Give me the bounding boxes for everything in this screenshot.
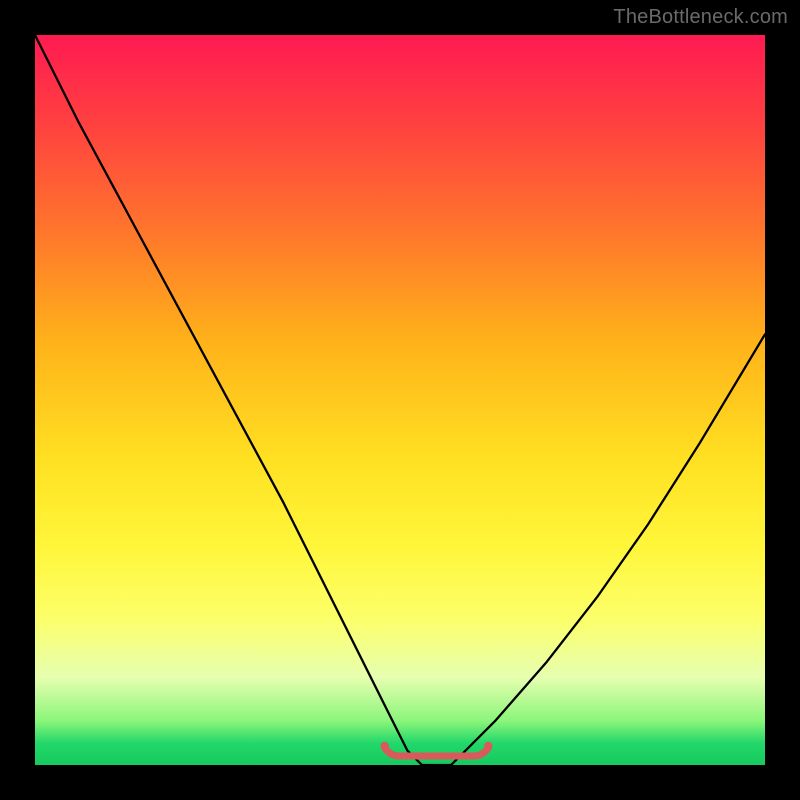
bottleneck-curve [35, 35, 765, 765]
watermark-text: TheBottleneck.com [613, 6, 788, 29]
chart-svg [35, 35, 765, 765]
range-end-dot [484, 742, 492, 750]
chart-frame: TheBottleneck.com [0, 0, 800, 800]
range-end-dot [381, 742, 389, 750]
optimal-range-marker [385, 748, 489, 756]
